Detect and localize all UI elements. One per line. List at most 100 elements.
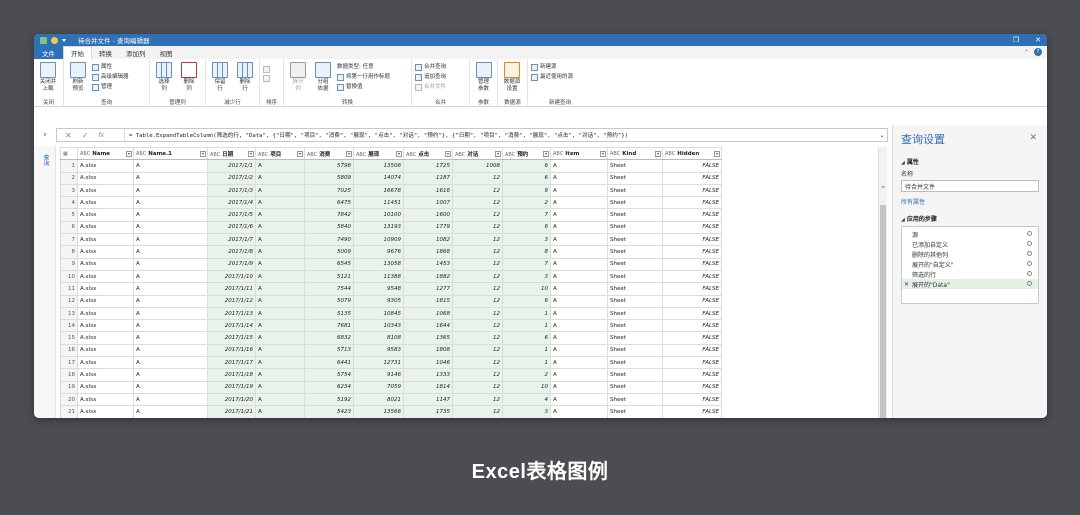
table-cell[interactable]: 12 xyxy=(452,269,503,284)
commit-formula-icon[interactable]: ✓ xyxy=(82,131,89,140)
table-cell[interactable]: A.xlsx xyxy=(77,331,134,345)
table-cell[interactable]: Sheet xyxy=(607,306,663,321)
query-name-field[interactable]: 待合并文件 xyxy=(901,180,1039,192)
table-cell[interactable]: A xyxy=(133,331,208,345)
table-cell[interactable]: A xyxy=(550,220,608,235)
table-cell[interactable]: 1 xyxy=(502,306,551,321)
table-cell[interactable]: A xyxy=(550,171,608,185)
table-cell[interactable]: 7544 xyxy=(304,282,354,296)
table-cell[interactable]: A xyxy=(255,245,305,259)
table-cell[interactable]: FALSE xyxy=(662,331,722,345)
table-cell[interactable]: A xyxy=(255,257,305,271)
table-cell[interactable]: 7842 xyxy=(304,208,354,222)
row-number[interactable]: 18 xyxy=(60,368,78,382)
table-cell[interactable]: A xyxy=(255,183,305,198)
table-cell[interactable]: 6475 xyxy=(304,196,354,210)
table-cell[interactable]: 2017/1/18 xyxy=(207,368,256,382)
table-cell[interactable]: 16678 xyxy=(353,183,404,198)
table-cell[interactable]: FALSE xyxy=(662,392,722,407)
table-cell[interactable]: Sheet xyxy=(607,196,663,210)
table-cell[interactable]: 13193 xyxy=(353,220,404,235)
table-cell[interactable]: Sheet xyxy=(607,331,663,345)
table-cell[interactable]: 2017/1/16 xyxy=(207,343,256,358)
formula-bar[interactable]: ✕ ✓ fx = Table.ExpandTableColumn(筛选的行, "… xyxy=(56,128,888,142)
table-cell[interactable]: 12 xyxy=(452,196,503,210)
table-cell[interactable]: 2017/1/1 xyxy=(207,159,256,173)
step-settings-icon[interactable] xyxy=(1027,241,1032,246)
table-cell[interactable]: A.xlsx xyxy=(77,294,134,308)
table-cell[interactable]: 7681 xyxy=(304,319,354,333)
advanced-editor-button[interactable]: 高级编辑器 xyxy=(92,73,129,81)
table-cell[interactable]: A xyxy=(133,282,208,296)
table-cell[interactable]: 7 xyxy=(502,208,551,222)
table-cell[interactable]: Sheet xyxy=(607,245,663,259)
table-cell[interactable]: 1868 xyxy=(403,245,453,259)
column-type-icon[interactable]: ABC xyxy=(136,151,146,157)
scroll-up-icon[interactable]: ⌃ xyxy=(879,185,887,193)
table-cell[interactable]: 12 xyxy=(452,220,503,235)
table-cell[interactable]: A.xlsx xyxy=(77,282,134,296)
filter-dropdown-icon[interactable]: ▾ xyxy=(126,151,132,157)
table-cell[interactable]: 1046 xyxy=(403,356,453,370)
table-cell[interactable]: A.xlsx xyxy=(77,183,134,198)
table-cell[interactable]: A xyxy=(255,356,305,370)
table-cell[interactable]: A.xlsx xyxy=(77,171,134,185)
table-cell[interactable]: 10 xyxy=(502,380,551,394)
table-cell[interactable]: Sheet xyxy=(607,392,663,407)
tab-add-column[interactable]: 添加列 xyxy=(119,46,153,59)
table-cell[interactable]: 5009 xyxy=(304,245,354,259)
table-cell[interactable]: A.xlsx xyxy=(77,380,134,394)
table-cell[interactable]: 2017/1/19 xyxy=(207,380,256,394)
filter-dropdown-icon[interactable]: ▾ xyxy=(445,151,451,157)
table-cell[interactable]: A xyxy=(133,269,208,284)
table-cell[interactable]: A xyxy=(550,183,608,198)
table-cell[interactable]: 6234 xyxy=(304,380,354,394)
tab-home[interactable]: 开始 xyxy=(63,46,92,59)
column-type-icon[interactable]: ABC xyxy=(553,151,563,157)
column-type-icon[interactable]: ABC xyxy=(665,151,675,157)
table-cell[interactable]: 11451 xyxy=(353,196,404,210)
table-cell[interactable]: A xyxy=(550,208,608,222)
table-cell[interactable]: FALSE xyxy=(662,245,722,259)
table-cell[interactable]: 14074 xyxy=(353,171,404,185)
select-all-corner[interactable]: ▦ xyxy=(60,147,78,161)
table-cell[interactable]: 9305 xyxy=(353,294,404,308)
table-cell[interactable]: Sheet xyxy=(607,171,663,185)
use-first-row-button[interactable]: 将第一行用作标题 xyxy=(337,73,390,81)
table-cell[interactable]: FALSE xyxy=(662,257,722,271)
table-cell[interactable]: A xyxy=(133,257,208,271)
filter-dropdown-icon[interactable]: ▾ xyxy=(495,151,501,157)
table-cell[interactable]: 1814 xyxy=(403,380,453,394)
table-cell[interactable]: Sheet xyxy=(607,343,663,358)
table-cell[interactable]: 9583 xyxy=(353,343,404,358)
table-cell[interactable]: A xyxy=(550,319,608,333)
tab-file[interactable]: 文件 xyxy=(34,46,63,59)
table-cell[interactable]: A xyxy=(255,368,305,382)
table-cell[interactable]: A xyxy=(255,294,305,308)
table-cell[interactable]: A xyxy=(255,196,305,210)
table-cell[interactable]: A xyxy=(550,233,608,247)
column-type-icon[interactable]: ABC xyxy=(610,151,620,157)
table-cell[interactable]: A xyxy=(133,183,208,198)
table-cell[interactable]: 1068 xyxy=(403,306,453,321)
table-cell[interactable]: A.xlsx xyxy=(77,368,134,382)
row-number[interactable]: 4 xyxy=(60,196,78,210)
table-cell[interactable]: 1808 xyxy=(403,343,453,358)
column-header[interactable]: ABC 项目 ▾ xyxy=(255,147,305,161)
table-cell[interactable]: 10343 xyxy=(353,319,404,333)
applied-step[interactable]: 展开的"自定义" xyxy=(902,259,1038,269)
applied-step[interactable]: 筛选的行 xyxy=(902,269,1038,279)
applied-step[interactable]: 已添加自定义 xyxy=(902,239,1038,249)
table-cell[interactable]: 1600 xyxy=(403,208,453,222)
table-cell[interactable]: 1365 xyxy=(403,331,453,345)
table-cell[interactable]: A xyxy=(550,294,608,308)
table-cell[interactable]: A.xlsx xyxy=(77,343,134,358)
step-settings-icon[interactable] xyxy=(1027,281,1032,286)
table-cell[interactable]: A xyxy=(255,319,305,333)
table-cell[interactable]: 2017/1/15 xyxy=(207,331,256,345)
row-number[interactable]: 5 xyxy=(60,208,78,222)
table-cell[interactable]: 2017/1/12 xyxy=(207,294,256,308)
table-cell[interactable]: 9548 xyxy=(353,282,404,296)
table-cell[interactable]: A xyxy=(255,331,305,345)
column-header[interactable]: ABC 点击 ▾ xyxy=(403,147,453,161)
